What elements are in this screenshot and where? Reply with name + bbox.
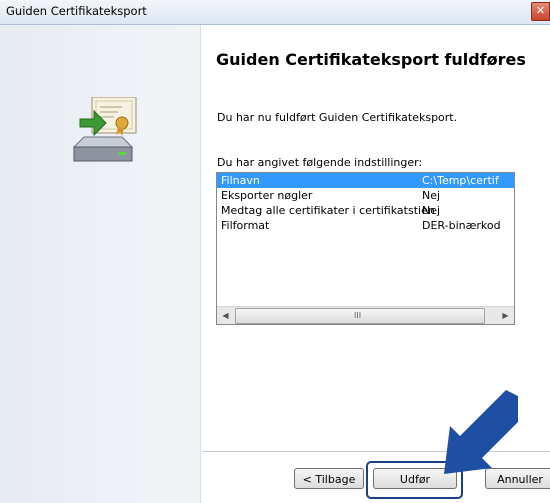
settings-list[interactable]: Filnavn C:\Temp\certif Eksporter nøgler … xyxy=(216,172,515,325)
list-item[interactable]: Medtag alle certifikater i certifikatsti… xyxy=(217,203,514,218)
certificate-export-icon xyxy=(72,97,137,162)
setting-name: Medtag alle certifikater i certifikatsti… xyxy=(221,204,435,217)
list-item[interactable]: Filnavn C:\Temp\certif xyxy=(217,173,514,188)
list-item[interactable]: Eksporter nøgler Nej xyxy=(217,188,514,203)
horizontal-scrollbar[interactable]: ◀ III ▶ xyxy=(217,306,514,324)
close-icon[interactable]: ✕ xyxy=(531,2,550,21)
setting-name: Filnavn xyxy=(221,174,260,187)
window-title: Guiden Certifikateksport xyxy=(6,4,147,18)
page-title: Guiden Certifikateksport fuldføres xyxy=(216,50,526,69)
intro-text: Du har nu fuldført Guiden Certifikateksp… xyxy=(217,111,458,124)
wizard-window: Guiden Certifikateksport ✕ Guiden Certif… xyxy=(0,0,550,503)
back-button[interactable]: < Tilbage xyxy=(294,468,364,489)
callout-arrow-icon xyxy=(444,390,518,474)
setting-name: Eksporter nøgler xyxy=(221,189,313,202)
settings-label: Du har angivet følgende indstillinger: xyxy=(217,156,423,169)
setting-value: Nej xyxy=(422,189,441,202)
title-bar[interactable]: Guiden Certifikateksport ✕ xyxy=(0,0,550,25)
setting-name: Filformat xyxy=(221,219,270,232)
wizard-side-panel xyxy=(0,25,201,503)
grip-icon: III xyxy=(354,311,362,320)
list-item[interactable]: Filformat DER-binærkod xyxy=(217,218,514,233)
scroll-right-icon[interactable]: ▶ xyxy=(497,307,514,324)
setting-value: DER-binærkod xyxy=(422,219,501,232)
setting-value: Nej xyxy=(422,204,441,217)
scroll-thumb[interactable]: III xyxy=(235,308,485,324)
setting-value: C:\Temp\certif xyxy=(422,174,499,187)
scroll-left-icon[interactable]: ◀ xyxy=(217,307,234,324)
